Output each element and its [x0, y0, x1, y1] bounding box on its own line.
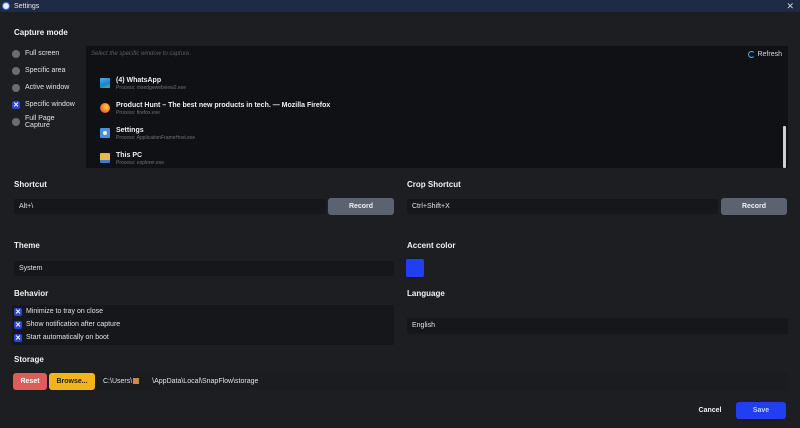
crop-shortcut-title: Crop Shortcut: [407, 180, 461, 189]
save-button[interactable]: Save: [736, 402, 786, 419]
option-show-notification[interactable]: ✕ Show notification after capture: [12, 318, 394, 331]
app-icon: [2, 2, 10, 10]
option-label: Minimize to tray on close: [26, 308, 104, 315]
this-pc-icon: [100, 153, 110, 163]
crop-shortcut-field[interactable]: Ctrl+Shift+X: [407, 199, 718, 214]
window-picker-panel: Select the specific window to capture. R…: [86, 46, 788, 168]
radio-icon[interactable]: [12, 49, 20, 58]
window-item[interactable]: Product Hunt – The best new products in …: [86, 99, 776, 124]
mode-label: Full screen: [25, 50, 60, 57]
storage-browse-button[interactable]: Browse...: [49, 373, 95, 390]
checkbox-checked-icon[interactable]: ✕: [14, 333, 22, 342]
window-process: Process: firefox.exe: [116, 110, 160, 116]
accent-color-title: Accent color: [407, 241, 456, 250]
cancel-button[interactable]: Cancel: [690, 402, 730, 419]
whatsapp-icon: [100, 78, 110, 88]
mode-label: Specific area: [25, 67, 66, 74]
checkbox-checked-icon[interactable]: ✕: [14, 320, 22, 329]
behavior-title: Behavior: [14, 289, 49, 298]
checked-x-icon[interactable]: ✕: [12, 100, 20, 109]
window-item[interactable]: (4) WhatsApp Process: msedgewebview2.exe: [86, 74, 776, 99]
storage-path-suffix: \AppData\Local\SnapFlow\storage: [152, 378, 259, 385]
shortcut-title: Shortcut: [14, 180, 47, 189]
window-item[interactable]: Settings Process: ApplicationFrameHost.e…: [86, 124, 776, 149]
window-title: Settings: [14, 2, 40, 10]
window-process: Process: explorer.exe: [116, 160, 165, 166]
mode-specific-area[interactable]: Specific area: [12, 62, 78, 79]
window-search-input[interactable]: Select the specific window to capture.: [86, 46, 741, 62]
capture-mode-list: Full screen Specific area Active window …: [12, 45, 78, 130]
mode-full-page-capture[interactable]: Full Page Capture: [12, 113, 78, 130]
storage-path-prefix: C:\Users\: [103, 378, 133, 385]
option-minimize-to-tray[interactable]: ✕ Minimize to tray on close: [12, 305, 394, 318]
refresh-button[interactable]: Refresh: [748, 46, 782, 62]
radio-icon[interactable]: [12, 117, 20, 126]
window-item[interactable]: This PC Process: explorer.exe: [86, 149, 776, 168]
theme-select[interactable]: System: [14, 261, 394, 276]
behavior-options: ✕ Minimize to tray on close ✕ Show notif…: [12, 305, 394, 345]
user-folder-icon: [133, 378, 140, 385]
storage-path: C:\Users\ \AppData\Local\SnapFlow\storage: [103, 373, 258, 390]
refresh-label: Refresh: [757, 50, 782, 58]
option-label: Show notification after capture: [26, 321, 121, 328]
storage-reset-button[interactable]: Reset: [13, 373, 47, 390]
window-list: (4) WhatsApp Process: msedgewebview2.exe…: [86, 74, 776, 168]
window-name: Product Hunt – The best new products in …: [116, 102, 331, 109]
language-select[interactable]: English: [407, 318, 788, 334]
refresh-icon: [748, 50, 756, 58]
crop-shortcut-record-button[interactable]: Record: [721, 198, 787, 215]
settings-app-icon: [100, 128, 110, 138]
close-icon[interactable]: ✕: [786, 0, 794, 12]
radio-icon[interactable]: [12, 66, 20, 75]
checkbox-checked-icon[interactable]: ✕: [14, 307, 22, 316]
storage-title: Storage: [14, 355, 44, 364]
radio-icon[interactable]: [12, 83, 20, 92]
title-bar: Settings ✕: [0, 0, 800, 12]
mode-full-screen[interactable]: Full screen: [12, 45, 78, 62]
theme-title: Theme: [14, 241, 40, 250]
mode-label: Full Page Capture: [25, 114, 55, 129]
window-list-scrollbar[interactable]: [783, 126, 786, 168]
mode-label: Active window: [25, 84, 70, 91]
window-process: Process: ApplicationFrameHost.exe: [116, 135, 196, 141]
shortcut-record-button[interactable]: Record: [328, 198, 394, 215]
firefox-icon: [100, 103, 110, 113]
mode-specific-window[interactable]: ✕ Specific window: [12, 96, 78, 113]
mode-active-window[interactable]: Active window: [12, 79, 78, 96]
window-name: (4) WhatsApp: [116, 77, 162, 84]
option-label: Start automatically on boot: [26, 334, 109, 341]
shortcut-field[interactable]: Alt+\: [14, 199, 326, 214]
language-title: Language: [407, 289, 445, 298]
option-start-on-boot[interactable]: ✕ Start automatically on boot: [12, 331, 394, 344]
mode-label: Specific window: [25, 101, 75, 108]
window-process: Process: msedgewebview2.exe: [116, 85, 187, 91]
window-name: This PC: [116, 152, 143, 159]
window-name: Settings: [116, 127, 144, 134]
capture-mode-title: Capture mode: [14, 28, 68, 37]
accent-color-swatch[interactable]: [406, 259, 424, 277]
